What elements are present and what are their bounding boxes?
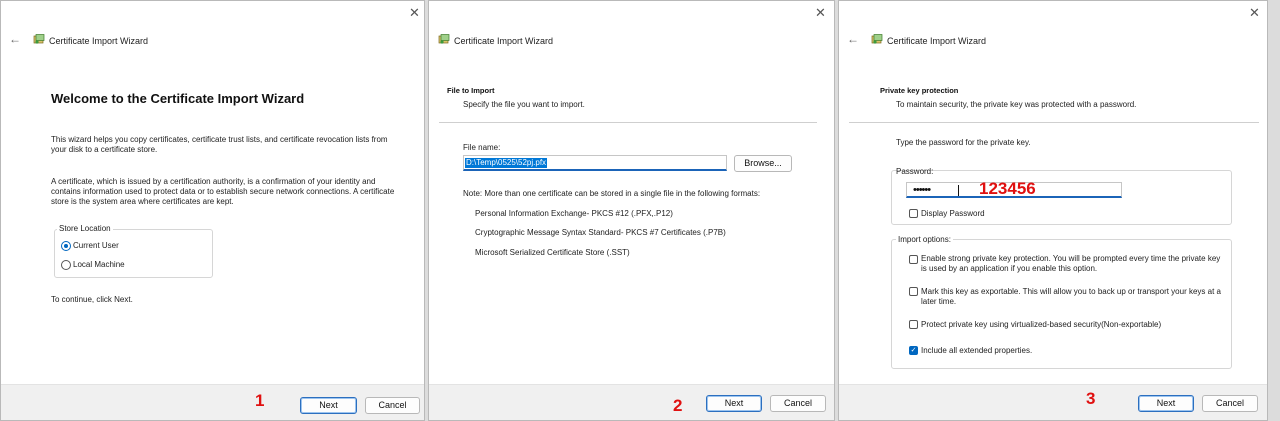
cancel-button[interactable]: Cancel xyxy=(770,395,826,412)
file-name-label: File name: xyxy=(463,143,501,152)
section-subtitle: Specify the file you want to import. xyxy=(463,100,585,109)
local-machine-radio[interactable] xyxy=(61,260,71,270)
strong-protection-label: Enable strong private key protection. Yo… xyxy=(921,254,1221,273)
store-location-label: Store Location xyxy=(57,224,113,233)
browse-button[interactable]: Browse... xyxy=(734,155,792,172)
current-user-radio[interactable] xyxy=(61,241,71,251)
format-item: Microsoft Serialized Certificate Store (… xyxy=(475,248,630,257)
info-paragraph: A certificate, which is issued by a cert… xyxy=(51,177,395,206)
password-annotation: 123456 xyxy=(979,179,1036,198)
back-arrow-icon[interactable]: ← xyxy=(847,33,859,45)
next-button[interactable]: Next xyxy=(706,395,762,412)
intro-paragraph: This wizard helps you copy certificates,… xyxy=(51,135,388,154)
strong-protection-checkbox[interactable] xyxy=(909,255,918,264)
password-instruction: Type the password for the private key. xyxy=(896,138,1031,147)
continue-text: To continue, click Next. xyxy=(51,295,133,304)
wizard-panel-welcome: ✕ ← Certificate Import Wizard Welcome to… xyxy=(0,0,425,421)
next-button[interactable]: Next xyxy=(300,397,357,414)
current-user-label: Current User xyxy=(73,241,119,250)
step-number: 1 xyxy=(255,391,265,410)
separator xyxy=(849,122,1259,123)
extended-properties-label: Include all extended properties. xyxy=(921,346,1033,355)
section-subtitle: To maintain security, the private key wa… xyxy=(896,100,1137,109)
extended-properties-checkbox[interactable]: ✓ xyxy=(909,346,918,355)
display-password-checkbox[interactable] xyxy=(909,209,918,218)
vbs-protection-label: Protect private key using virtualized-ba… xyxy=(921,320,1162,329)
section-title: File to Import xyxy=(447,86,495,95)
cancel-button[interactable]: Cancel xyxy=(365,397,420,414)
wizard-panel-private-key: ✕ ← Certificate Import Wizard Private ke… xyxy=(838,0,1268,421)
text-caret xyxy=(958,185,959,196)
local-machine-label: Local Machine xyxy=(73,260,125,269)
exportable-label: Mark this key as exportable. This will a… xyxy=(921,287,1221,306)
close-icon[interactable]: ✕ xyxy=(409,6,420,19)
cancel-button[interactable]: Cancel xyxy=(1202,395,1258,412)
exportable-checkbox[interactable] xyxy=(909,287,918,296)
format-item: Cryptographic Message Syntax Standard- P… xyxy=(475,228,726,237)
section-title: Private key protection xyxy=(880,86,959,95)
file-name-value: D:\Temp\0525\52pj.pfx xyxy=(465,158,548,168)
display-password-label: Display Password xyxy=(921,209,985,218)
vbs-protection-checkbox[interactable] xyxy=(909,320,918,329)
store-location-group xyxy=(54,229,213,278)
password-label: Password: xyxy=(896,167,934,176)
next-button[interactable]: Next xyxy=(1138,395,1194,412)
step-number: 3 xyxy=(1086,389,1096,408)
certificate-icon xyxy=(438,34,450,44)
wizard-title: Certificate Import Wizard xyxy=(49,36,149,46)
wizard-title: Certificate Import Wizard xyxy=(454,36,554,46)
wizard-panel-file: ✕ Certificate Import Wizard File to Impo… xyxy=(428,0,835,421)
wizard-title: Certificate Import Wizard xyxy=(887,36,987,46)
page-heading: Welcome to the Certificate Import Wizard xyxy=(51,91,305,106)
formats-note: Note: More than one certificate can be s… xyxy=(463,189,761,198)
button-bar xyxy=(1,384,424,420)
step-number: 2 xyxy=(673,396,683,415)
password-mask: •••••• xyxy=(913,184,931,196)
close-icon[interactable]: ✕ xyxy=(815,6,826,19)
file-name-input[interactable]: D:\Temp\0525\52pj.pfx xyxy=(463,155,727,171)
separator xyxy=(439,122,817,123)
certificate-icon xyxy=(33,34,45,44)
import-options-label: Import options: xyxy=(896,235,953,245)
checkmark-icon: ✓ xyxy=(910,347,917,354)
close-icon[interactable]: ✕ xyxy=(1249,6,1260,19)
format-item: Personal Information Exchange- PKCS #12 … xyxy=(475,209,673,218)
back-arrow-icon[interactable]: ← xyxy=(9,33,21,45)
certificate-icon xyxy=(871,34,883,44)
